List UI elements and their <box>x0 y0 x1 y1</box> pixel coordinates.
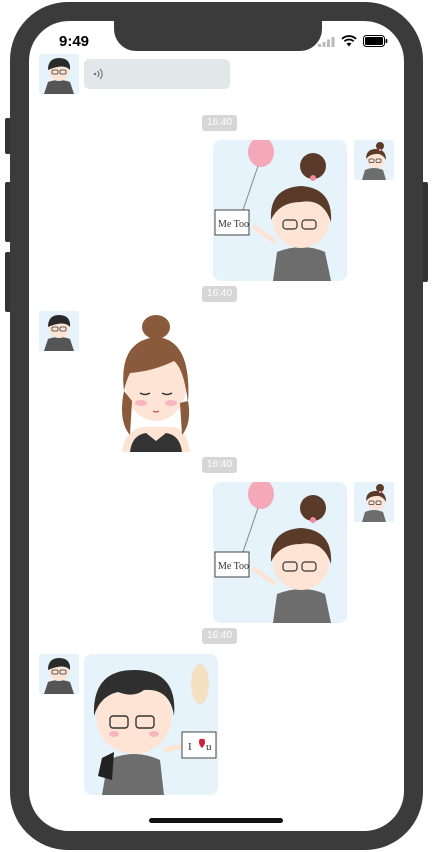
boy-avatar[interactable] <box>39 311 79 351</box>
girl-avatar[interactable] <box>354 482 394 522</box>
message-timestamp: 16:40 <box>202 628 238 644</box>
sticker-text-me-too: Me Too <box>218 561 249 572</box>
image-message[interactable]: Me Too <box>213 482 347 623</box>
sticker-text-u: u <box>206 741 212 753</box>
notch <box>114 21 322 51</box>
voice-wave-icon <box>93 68 103 80</box>
image-message[interactable]: I u <box>84 654 218 795</box>
wifi-icon <box>341 35 357 47</box>
signal-icon <box>318 36 335 47</box>
status-time: 9:49 <box>59 33 90 50</box>
message-timestamp: 16:40 <box>202 457 238 473</box>
image-message[interactable] <box>84 311 218 452</box>
boy-avatar[interactable] <box>39 654 79 694</box>
message-timestamp: 16:40 <box>202 115 238 131</box>
sticker-text-me-too: Me Too <box>218 219 249 230</box>
girl-avatar[interactable] <box>354 140 394 180</box>
girl-me-too-sticker: Me Too <box>213 140 347 281</box>
sticker-text-i: I <box>188 741 192 753</box>
boy-i-love-u-sticker: I u <box>84 654 218 795</box>
status-icons <box>318 35 388 47</box>
voice-message-bubble[interactable] <box>84 59 230 89</box>
image-message[interactable]: Me Too <box>213 140 347 281</box>
battery-icon <box>363 35 388 47</box>
boy-avatar[interactable] <box>39 54 79 94</box>
chat-screen: 9:49 16:40 Me Too 16:40 16:40 Me Too 16:… <box>29 21 404 831</box>
shy-girl-sticker <box>84 311 218 452</box>
home-indicator[interactable] <box>149 818 283 823</box>
girl-me-too-sticker: Me Too <box>213 482 347 623</box>
message-timestamp: 16:40 <box>202 286 238 302</box>
